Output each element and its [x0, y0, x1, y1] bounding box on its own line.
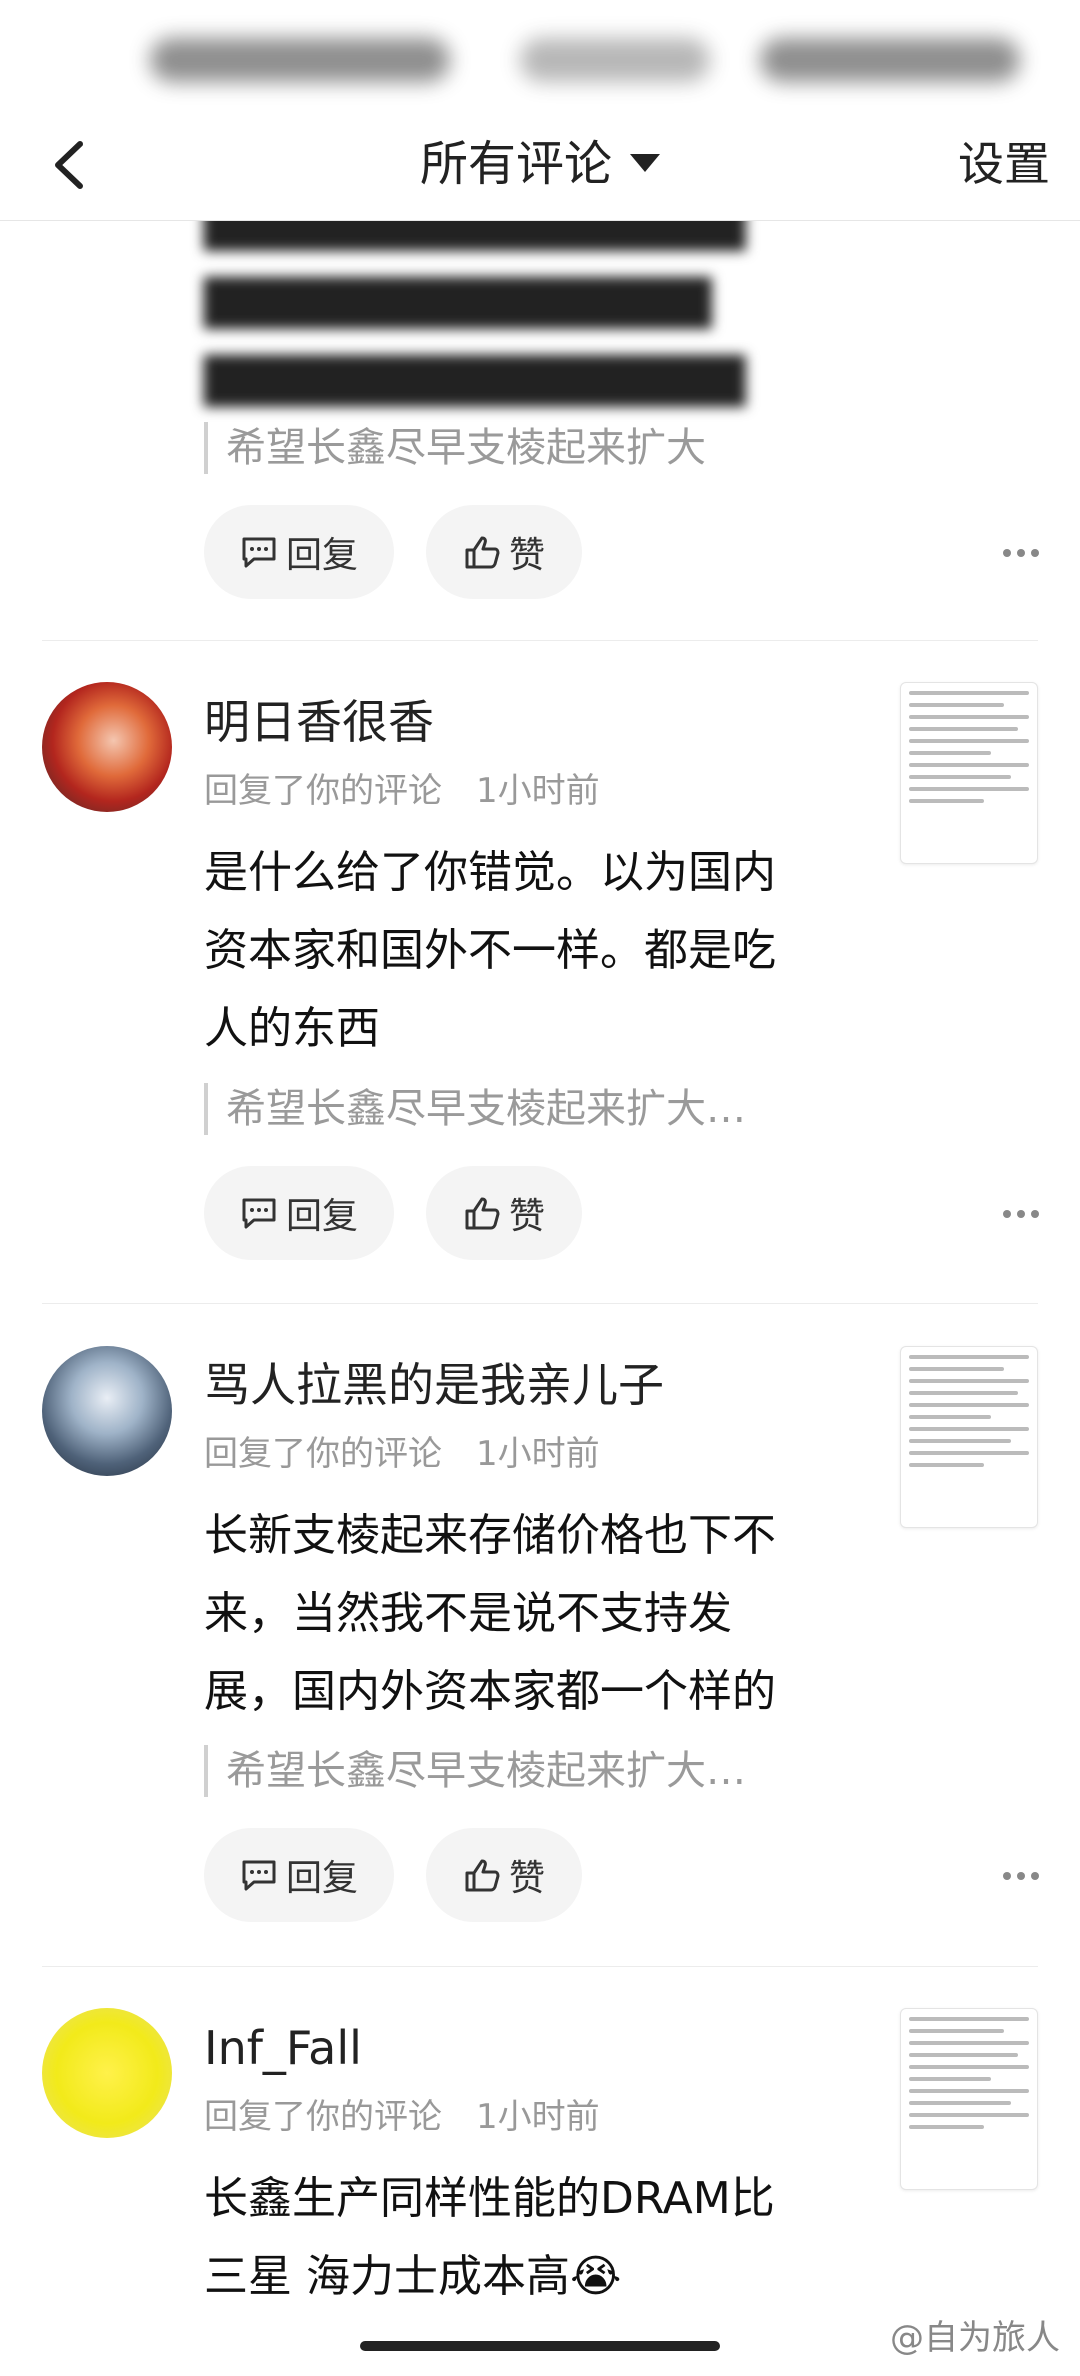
- page-title: 所有评论: [419, 136, 612, 192]
- divider: [42, 1966, 1038, 1967]
- username[interactable]: 骂人拉黑的是我亲儿子: [204, 1355, 664, 1415]
- reply-button[interactable]: 回复: [204, 505, 394, 599]
- comment-line: 长新支棱起来存储价格也下不: [204, 1510, 776, 1561]
- thumbs-up-icon: [465, 536, 500, 569]
- comment-icon: [242, 1860, 276, 1891]
- like-label: 赞: [508, 1858, 545, 1899]
- post-thumbnail[interactable]: [900, 1346, 1038, 1528]
- avatar[interactable]: [42, 682, 172, 812]
- comment-icon: [242, 537, 276, 568]
- reply-label: 回复: [285, 1858, 358, 1899]
- avatar[interactable]: [42, 1346, 172, 1476]
- quoted-comment: 希望长鑫尽早支棱起来扩大: [204, 422, 706, 474]
- comment-meta: 回复了你的评论 1小时前: [204, 2094, 600, 2140]
- meta-action: 回复了你的评论: [204, 2097, 442, 2137]
- more-options-button[interactable]: [1000, 1203, 1050, 1223]
- comment-body: 是什么给了你错觉。以为国内 资本家和国外不一样。都是吃 人的东西: [204, 834, 814, 1068]
- like-button[interactable]: 赞: [426, 1828, 582, 1922]
- more-options-button[interactable]: [1000, 542, 1050, 562]
- comment-line: 人的东西: [204, 1003, 380, 1054]
- username[interactable]: 明日香很香: [204, 692, 434, 752]
- comment-line: 来，当然我不是说不支持发: [204, 1588, 732, 1639]
- comment-line: 三星 海力士成本高😭: [204, 2251, 622, 2302]
- comment-body: 长鑫生产同样性能的DRAM比 三星 海力士成本高😭: [204, 2160, 814, 2316]
- avatar[interactable]: [42, 2008, 172, 2138]
- comment-fragment: ████████████████ ███████████████ ███████…: [204, 200, 746, 407]
- thumbs-up-icon: [465, 1859, 500, 1892]
- status-bar: [0, 0, 1080, 120]
- like-button[interactable]: 赞: [426, 505, 582, 599]
- comment-filter-dropdown[interactable]: 所有评论: [0, 132, 1080, 196]
- meta-action: 回复了你的评论: [204, 1434, 442, 1474]
- caret-down-icon: [630, 154, 660, 172]
- comment-line: 展，国内外资本家都一个样的: [204, 1666, 776, 1717]
- quoted-comment: 希望长鑫尽早支棱起来扩大…: [204, 1745, 746, 1797]
- nav-bar: 所有评论 设置: [0, 110, 1080, 221]
- username[interactable]: Inf_Fall: [204, 2018, 362, 2078]
- more-options-button[interactable]: [1000, 1865, 1050, 1885]
- comment-meta: 回复了你的评论 1小时前: [204, 768, 600, 814]
- divider: [42, 1303, 1038, 1304]
- home-indicator[interactable]: [360, 2341, 720, 2351]
- quoted-comment: 希望长鑫尽早支棱起来扩大…: [204, 1083, 746, 1135]
- comment-line: 是什么给了你错觉。以为国内: [204, 847, 776, 898]
- reply-button[interactable]: 回复: [204, 1828, 394, 1922]
- like-button[interactable]: 赞: [426, 1166, 582, 1260]
- comment-meta: 回复了你的评论 1小时前: [204, 1431, 600, 1477]
- settings-button[interactable]: 设置: [958, 132, 1050, 196]
- timestamp: 1小时前: [476, 771, 600, 811]
- comment-line: 长鑫生产同样性能的DRAM比: [204, 2173, 775, 2224]
- post-thumbnail[interactable]: [900, 682, 1038, 864]
- timestamp: 1小时前: [476, 1434, 600, 1474]
- thumbs-up-icon: [465, 1197, 500, 1230]
- reply-label: 回复: [285, 535, 358, 576]
- comment-icon: [242, 1198, 276, 1229]
- watermark: @自为旅人: [890, 2318, 1060, 2358]
- like-label: 赞: [508, 1196, 545, 1237]
- comment-line: 资本家和国外不一样。都是吃: [204, 925, 776, 976]
- divider: [42, 640, 1038, 641]
- comment-body: 长新支棱起来存储价格也下不 来，当然我不是说不支持发 展，国内外资本家都一个样的: [204, 1497, 814, 1731]
- reply-button[interactable]: 回复: [204, 1166, 394, 1260]
- timestamp: 1小时前: [476, 2097, 600, 2137]
- like-label: 赞: [508, 535, 545, 576]
- reply-label: 回复: [285, 1196, 358, 1237]
- meta-action: 回复了你的评论: [204, 771, 442, 811]
- post-thumbnail[interactable]: [900, 2008, 1038, 2190]
